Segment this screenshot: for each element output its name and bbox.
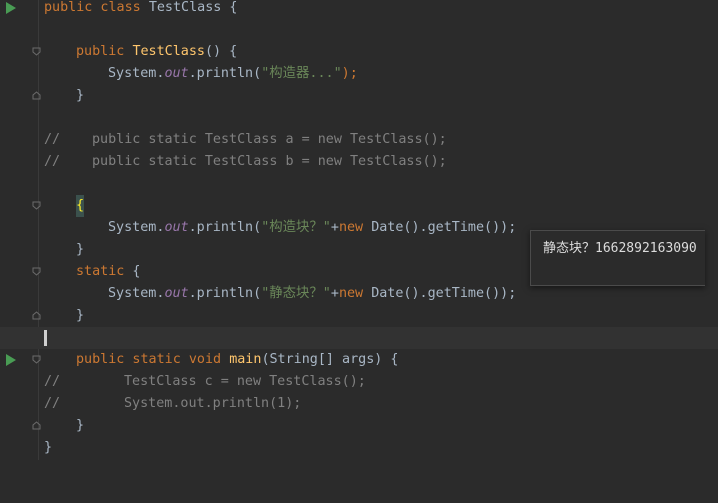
console-output-popup: 静态块？1662892163090: [530, 230, 705, 286]
run-arrow-icon[interactable]: [6, 354, 16, 366]
code-line-14[interactable]: System.out.println("静态块？"+new Date().get…: [0, 283, 718, 305]
fold-marker-icon[interactable]: [32, 311, 41, 320]
code-line-15[interactable]: }: [0, 305, 718, 327]
fold-marker-icon[interactable]: [32, 201, 41, 210]
code-line-20[interactable]: }: [0, 415, 718, 437]
code-line-1[interactable]: public class TestClass {: [0, 0, 718, 19]
code-editor[interactable]: public class TestClass { public TestClas…: [0, 0, 718, 460]
run-arrow-icon[interactable]: [6, 2, 16, 14]
fold-marker-icon[interactable]: [32, 267, 41, 276]
code-line-19[interactable]: // System.out.println(1);: [0, 393, 718, 415]
comment-marker: //: [44, 154, 61, 169]
fold-marker-icon[interactable]: [32, 421, 41, 430]
fold-marker-icon[interactable]: [32, 355, 41, 364]
method-name: main: [229, 352, 262, 367]
code-line-10[interactable]: {: [0, 195, 718, 217]
constructor-name: TestClass: [132, 44, 205, 59]
code-line-5[interactable]: }: [0, 85, 718, 107]
matched-brace: {: [76, 195, 85, 217]
comment-marker: //: [44, 374, 61, 389]
code-line-18[interactable]: // TestClass c = new TestClass();: [0, 371, 718, 393]
code-line-21[interactable]: }: [0, 437, 718, 459]
code-line-4[interactable]: System.out.println("构造器...");: [0, 63, 718, 85]
comment-marker: //: [44, 396, 61, 411]
class-name: TestClass: [148, 0, 222, 15]
current-line[interactable]: [0, 327, 718, 349]
keyword: public class: [44, 0, 149, 15]
fold-marker-icon[interactable]: [32, 47, 41, 56]
comment-marker: //: [44, 132, 61, 147]
code-line-17[interactable]: public static void main(String[] args) {: [0, 349, 718, 371]
fold-marker-icon[interactable]: [32, 91, 41, 100]
console-output-text: 静态块？1662892163090: [543, 241, 697, 256]
code-line-3[interactable]: public TestClass() {: [0, 41, 718, 63]
code-line-8[interactable]: // public static TestClass b = new TestC…: [0, 151, 718, 173]
code-line-7[interactable]: // public static TestClass a = new TestC…: [0, 129, 718, 151]
text-caret: [44, 330, 47, 346]
